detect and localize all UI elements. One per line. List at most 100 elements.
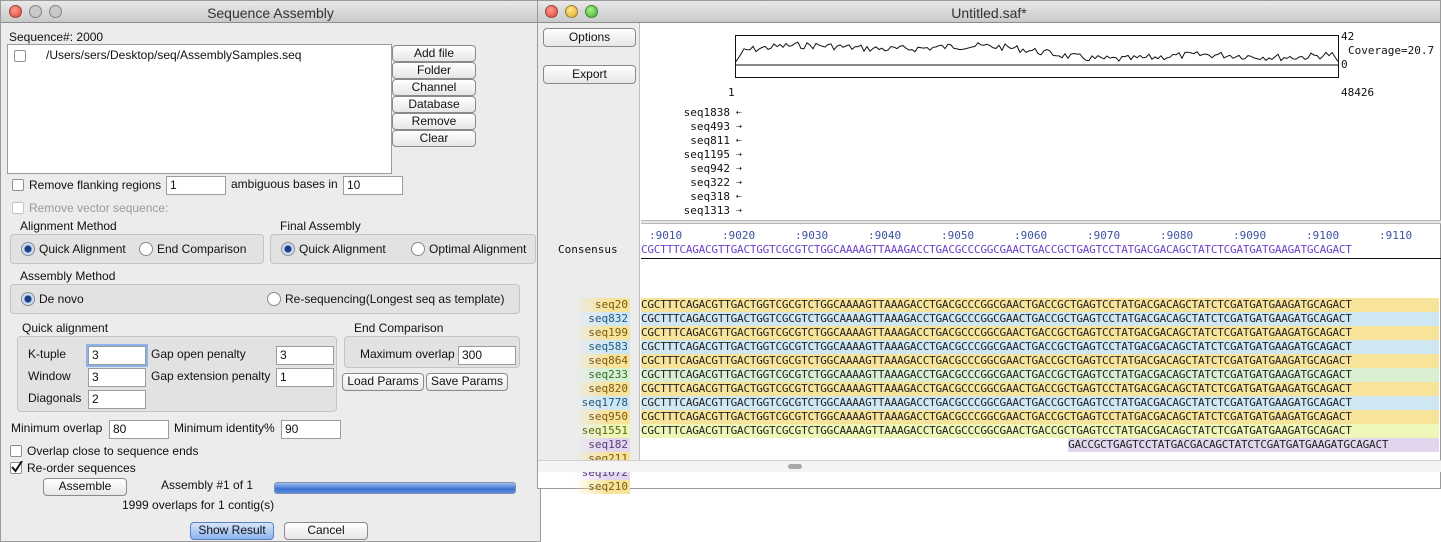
alignment-quick-label[interactable]: Quick Alignment [39, 242, 126, 256]
consensus-label: Consensus [558, 243, 618, 256]
overlap-close-label: Overlap close to sequence ends [27, 444, 199, 458]
read-name[interactable]: seq820 [575, 382, 630, 396]
reorder-checkbox[interactable] [10, 461, 23, 474]
overview-read-name[interactable]: seq493 [660, 120, 730, 134]
scroll-thumb[interactable] [788, 464, 802, 469]
read-sequence: CGCTTTCAGACGTTGACTGGTCGCGTCTGGCAAAAGTTAA… [641, 298, 1439, 312]
read-name[interactable]: seq20 [575, 298, 630, 312]
read-sequence: CGCTTTCAGACGTTGACTGGTCGCGTCTGGCAAAAGTTAA… [641, 312, 1439, 326]
assembly-status: Assembly #1 of 1 [161, 478, 254, 492]
options-button[interactable]: Options [543, 28, 636, 47]
final-quick-radio[interactable] [281, 242, 295, 256]
overlaps-status: 1999 overlaps for 1 contig(s) [122, 498, 275, 512]
remove-vector-checkbox[interactable] [12, 202, 24, 214]
read-direction-icon: ⇢ [736, 163, 743, 174]
gap-open-label: Gap open penalty [151, 347, 246, 361]
ruler-tick-label: :9100 [1306, 229, 1340, 242]
ruler-tick-label: :9070 [1087, 229, 1121, 242]
max-overlap-field[interactable]: 300 [458, 346, 516, 365]
min-identity-field[interactable]: 90 [281, 420, 341, 439]
flanking-value-field[interactable]: 1 [166, 176, 226, 195]
overview-read-name[interactable]: seq1838 [660, 106, 730, 120]
read-name[interactable]: seq210 [575, 480, 630, 494]
file-item-path[interactable]: /Users/sers/Desktop/seq/AssemblySamples.… [46, 48, 301, 62]
quick-alignment-group: K-tuple 3 Window 3 Diagonals 2 Gap open … [17, 336, 337, 412]
read-direction-icon: ⇢ [736, 177, 743, 188]
file-list[interactable]: /Users/sers/Desktop/seq/AssemblySamples.… [7, 44, 392, 174]
export-button[interactable]: Export [543, 65, 636, 84]
end-comparison-group: Maximum overlap 300 [344, 336, 520, 368]
overview-read-name[interactable]: seq942 [660, 162, 730, 176]
read-name[interactable]: seq199 [575, 326, 630, 340]
overlap-close-checkbox[interactable] [10, 445, 22, 457]
alignment-end-label[interactable]: End Comparison [157, 242, 246, 256]
save-params-button[interactable]: Save Params [426, 373, 508, 391]
ruler-tick-label: :9020 [722, 229, 756, 242]
gap-open-field[interactable]: 3 [276, 346, 334, 365]
ktuple-field[interactable]: 3 [88, 346, 146, 365]
ruler-tick-label: :9090 [1233, 229, 1267, 242]
read-direction-icon: ⇢ [736, 205, 743, 216]
overview-read-name[interactable]: seq318 [660, 190, 730, 204]
cancel-button[interactable]: Cancel [284, 522, 368, 540]
overview-read-name[interactable]: seq322 [660, 176, 730, 190]
load-params-button[interactable]: Load Params [342, 373, 424, 391]
read-name[interactable]: seq583 [575, 340, 630, 354]
diagonals-label: Diagonals [28, 391, 82, 405]
read-name[interactable]: seq864 [575, 354, 630, 368]
ambiguous-bases-field[interactable]: 10 [343, 176, 403, 195]
remove-vector-label: Remove vector sequence: [29, 201, 169, 215]
assembly-method-title: Assembly Method [20, 269, 116, 283]
clear-button[interactable]: Clear [392, 130, 476, 147]
database-button[interactable]: Database [392, 96, 476, 113]
diagonals-field[interactable]: 2 [88, 390, 146, 409]
overview-read-name[interactable]: seq1313 [660, 204, 730, 218]
reseq-radio[interactable] [267, 292, 281, 306]
horizontal-scrollbar[interactable] [538, 460, 1441, 472]
read-name[interactable]: seq1551 [575, 424, 630, 438]
file-item-checkbox[interactable] [14, 50, 26, 62]
read-name[interactable]: seq950 [575, 410, 630, 424]
pane-divider[interactable] [641, 220, 1441, 224]
reorder-label: Re-order sequences [27, 461, 136, 475]
alignment-quick-radio[interactable] [21, 242, 35, 256]
gap-ext-label: Gap extension penalty [151, 369, 271, 383]
overview-read-name[interactable]: seq1195 [660, 148, 730, 162]
read-direction-icon: ⇠ [736, 107, 743, 118]
ruler-tick-label: :9060 [1014, 229, 1048, 242]
final-assembly-title: Final Assembly [280, 219, 361, 233]
checkmark-icon [11, 461, 23, 473]
read-sequence: GACCGCTGAGTCCTATGACGACAGCTATCTCGATGATGAA… [1068, 438, 1439, 452]
add-file-button[interactable]: Add file [392, 45, 476, 62]
denovo-label[interactable]: De novo [39, 292, 84, 306]
remove-button[interactable]: Remove [392, 113, 476, 130]
read-direction-icon: ⇠ [736, 191, 743, 202]
final-optimal-radio[interactable] [411, 242, 425, 256]
read-direction-icon: ⇢ [736, 121, 743, 132]
consensus-underline [641, 258, 1441, 259]
final-optimal-label[interactable]: Optimal Alignment [429, 242, 526, 256]
gap-ext-field[interactable]: 1 [276, 368, 334, 387]
read-name[interactable]: seq233 [575, 368, 630, 382]
window-label: Window [28, 369, 71, 383]
read-name[interactable]: seq182 [575, 438, 630, 452]
read-name[interactable]: seq1778 [575, 396, 630, 410]
remove-flanking-checkbox[interactable] [12, 179, 24, 191]
alignment-end-radio[interactable] [139, 242, 153, 256]
read-sequence: CGCTTTCAGACGTTGACTGGTCGCGTCTGGCAAAAGTTAA… [641, 326, 1439, 340]
show-result-button[interactable]: Show Result [190, 522, 274, 540]
channel-button[interactable]: Channel [392, 79, 476, 96]
min-overlap-field[interactable]: 80 [109, 420, 169, 439]
ruler-tick-label: :9040 [868, 229, 902, 242]
denovo-radio[interactable] [21, 292, 35, 306]
read-name[interactable]: seq832 [575, 312, 630, 326]
reseq-label[interactable]: Re-sequencing(Longest seq as template) [285, 292, 504, 306]
read-direction-icon: ⇠ [736, 135, 743, 146]
assemble-button[interactable]: Assemble [43, 478, 127, 496]
overview-read-name[interactable]: seq811 [660, 134, 730, 148]
ruler-tick-label: :9050 [941, 229, 975, 242]
final-quick-label[interactable]: Quick Alignment [299, 242, 386, 256]
folder-button[interactable]: Folder [392, 62, 476, 79]
window-field[interactable]: 3 [88, 368, 146, 387]
assembly-progress-bar [274, 482, 516, 494]
